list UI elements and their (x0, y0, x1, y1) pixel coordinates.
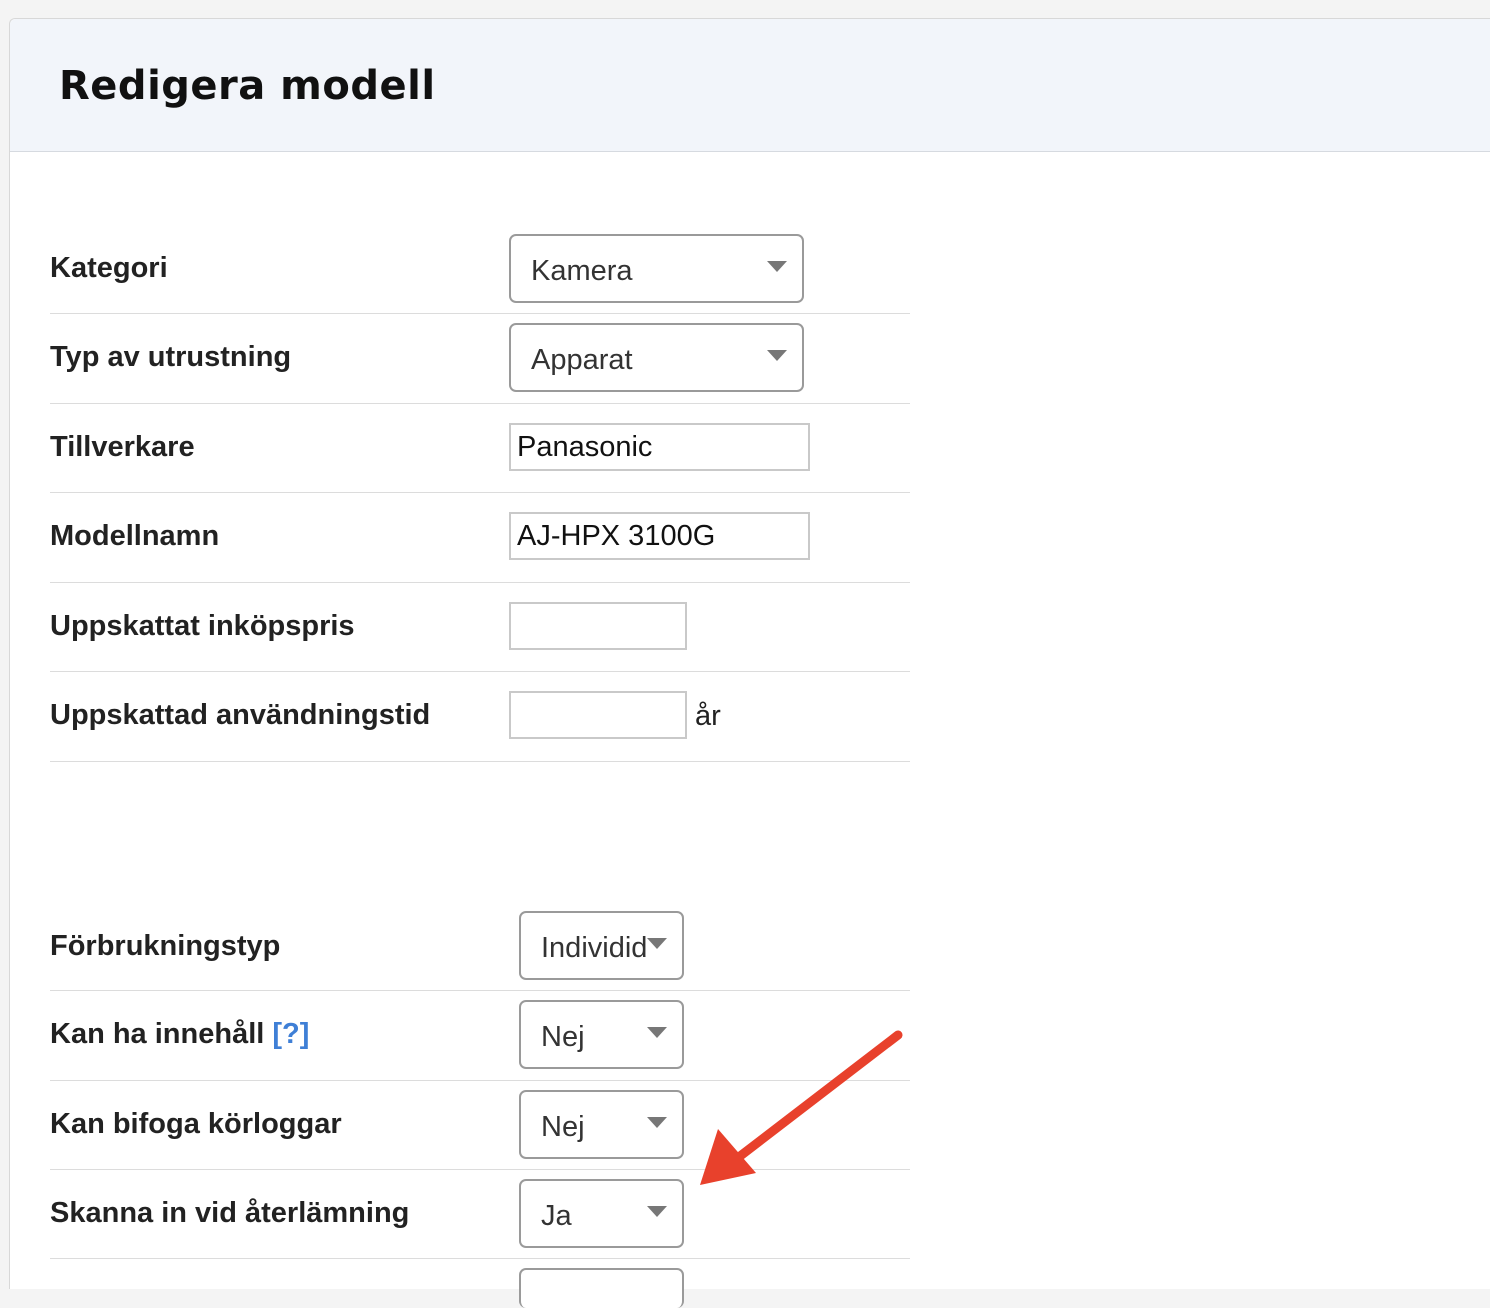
next-select-partial[interactable] (519, 1268, 684, 1308)
kategori-label: Kategori (50, 252, 168, 284)
anvandningstid-label: Uppskattad användningstid (50, 699, 431, 731)
modellnamn-label: Modellnamn (50, 520, 220, 552)
form-row-forbrukningstyp: Förbrukningstyp Individid (50, 901, 910, 991)
form-row-kategori: Kategori Kamera (50, 224, 910, 314)
inkopspris-label: Uppskattat inköpspris (50, 610, 355, 642)
anvandningstid-input[interactable] (509, 691, 687, 739)
chevron-down-icon (647, 938, 667, 949)
korloggar-value: Nej (541, 1111, 585, 1143)
panel-header: Redigera modell (10, 19, 1490, 152)
forbrukningstyp-label: Förbrukningstyp (50, 930, 281, 962)
form-row-anvandningstid: Uppskattad användningstid år (50, 671, 910, 762)
chevron-down-icon (647, 1206, 667, 1217)
innehall-label-text: Kan ha innehåll (50, 1018, 265, 1050)
korloggar-label: Kan bifoga körloggar (50, 1108, 342, 1140)
inkopspris-input[interactable] (509, 602, 687, 650)
red-arrow-icon (700, 1030, 903, 1185)
innehall-value: Nej (541, 1021, 585, 1053)
innehall-label: Kan ha innehåll [?] (50, 1018, 309, 1051)
tillverkare-input[interactable] (509, 423, 810, 471)
typ-select[interactable]: Apparat (509, 323, 804, 392)
chevron-down-icon (647, 1027, 667, 1038)
form-row-inkopspris: Uppskattat inköpspris (50, 582, 910, 672)
form-row-tillverkare: Tillverkare (50, 403, 910, 493)
tillverkare-label: Tillverkare (50, 431, 195, 463)
form-row-modellnamn: Modellnamn (50, 492, 910, 583)
modellnamn-input[interactable] (509, 512, 810, 560)
anvandningstid-unit: år (695, 700, 721, 732)
skanna-value: Ja (541, 1200, 572, 1232)
skanna-label: Skanna in vid återlämning (50, 1197, 410, 1229)
chevron-down-icon (767, 350, 787, 361)
skanna-select[interactable]: Ja (519, 1179, 684, 1248)
form-row-typ: Typ av utrustning Apparat (50, 313, 910, 404)
kategori-value: Kamera (531, 255, 633, 287)
innehall-select[interactable]: Nej (519, 1000, 684, 1069)
chevron-down-icon (767, 261, 787, 272)
typ-value: Apparat (531, 344, 633, 376)
page-title: Redigera modell (59, 63, 436, 109)
korloggar-select[interactable]: Nej (519, 1090, 684, 1159)
help-link[interactable]: [?] (272, 1018, 309, 1050)
kategori-select[interactable]: Kamera (509, 234, 804, 303)
forbrukningstyp-select[interactable]: Individid (519, 911, 684, 980)
forbrukningstyp-value: Individid (541, 932, 648, 964)
typ-label: Typ av utrustning (50, 341, 292, 373)
chevron-down-icon (647, 1117, 667, 1128)
